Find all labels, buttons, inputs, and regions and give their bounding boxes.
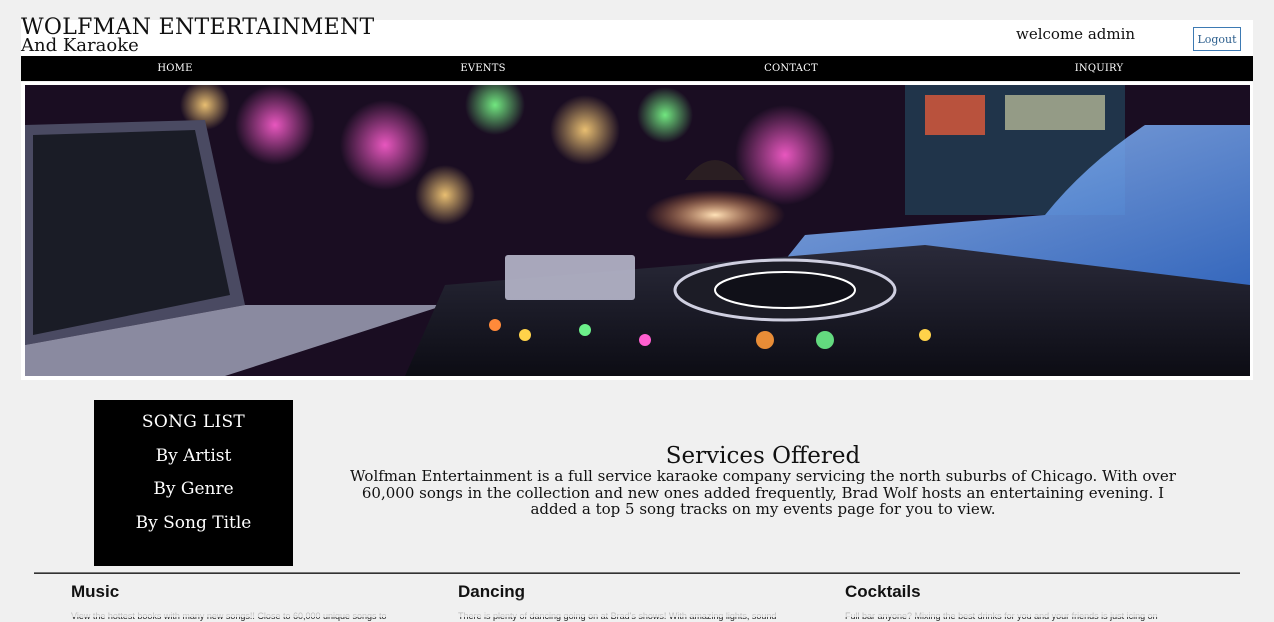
nav-inquiry[interactable]: INQUIRY [945, 56, 1253, 81]
logout-button[interactable]: Logout [1193, 27, 1241, 51]
dj-mixer-laptop-photo-icon [25, 85, 1250, 376]
song-list-by-genre[interactable]: By Genre [94, 473, 293, 507]
site-subtitle: And Karaoke [21, 35, 139, 56]
feature-cocktails-title: Cocktails [845, 582, 921, 601]
feature-music-title: Music [71, 582, 120, 601]
feature-cocktails-text: Full bar anyone? Mixing the best drinks … [845, 611, 1158, 621]
hero-image [25, 85, 1250, 376]
feature-cocktails: Cocktails Full bar anyone? Mixing the be… [845, 582, 1205, 622]
section-divider [34, 572, 1240, 574]
page: WOLFMAN ENTERTAINMENT And Karaoke welcom… [0, 0, 1274, 621]
nav-home[interactable]: HOME [21, 56, 329, 81]
song-list-by-song-title[interactable]: By Song Title [94, 507, 293, 541]
services-section: Services Offered Wolfman Entertainment i… [350, 442, 1176, 518]
feature-dancing: Dancing There is plenty of dancing going… [458, 582, 818, 622]
song-list-panel: SONG LIST By Artist By Genre By Song Tit… [94, 400, 293, 566]
main-nav: HOME EVENTS CONTACT INQUIRY [21, 56, 1253, 81]
feature-music-text: View the hottest books with many new son… [71, 611, 387, 621]
feature-dancing-title: Dancing [458, 582, 526, 601]
welcome-text: welcome admin [1016, 25, 1136, 43]
nav-contact[interactable]: CONTACT [637, 56, 945, 81]
song-list-heading: SONG LIST [141, 412, 246, 432]
hero-banner [21, 82, 1253, 380]
feature-music: Music View the hottest books with many n… [71, 582, 431, 622]
services-body: Wolfman Entertainment is a full service … [350, 467, 1176, 518]
feature-dancing-text: There is plenty of dancing going on at B… [458, 611, 777, 621]
site-header: WOLFMAN ENTERTAINMENT And Karaoke welcom… [21, 16, 1253, 56]
song-list-by-artist[interactable]: By Artist [94, 440, 293, 474]
services-title: Services Offered [665, 443, 861, 469]
nav-events[interactable]: EVENTS [329, 56, 637, 81]
